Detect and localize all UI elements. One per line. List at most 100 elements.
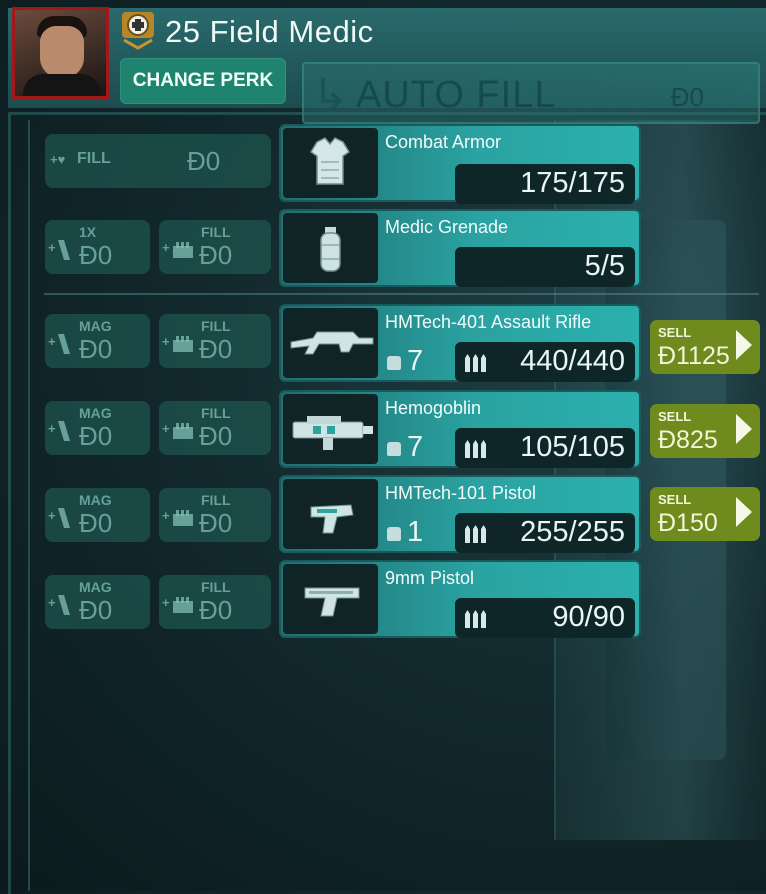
weapon-mag-button[interactable]: + MAG Đ0 bbox=[45, 488, 150, 542]
item-count-box: 175/175 bbox=[455, 164, 635, 204]
plus-icon: + bbox=[162, 421, 170, 436]
change-perk-button[interactable]: CHANGE PERK bbox=[120, 58, 286, 104]
fill-label: FILL bbox=[201, 405, 231, 421]
armor-vest-icon bbox=[283, 128, 378, 198]
mag-label: MAG bbox=[79, 318, 112, 334]
item-count-box: 5/5 bbox=[455, 247, 635, 287]
ammo-box-icon bbox=[173, 423, 193, 439]
ammo-box-icon bbox=[173, 597, 193, 613]
item-weapon-hemogoblin[interactable]: Hemogoblin 7 105/105 bbox=[279, 390, 641, 468]
plus-icon: + bbox=[162, 334, 170, 349]
ammo-box-icon bbox=[173, 510, 193, 526]
item-weapon-hmtech-pistol[interactable]: HMTech-101 Pistol 1 255/255 bbox=[279, 475, 641, 553]
ammo-count: 440/440 bbox=[520, 345, 625, 377]
autofill-cost: Đ0 bbox=[670, 82, 704, 112]
fill-label: FILL bbox=[201, 492, 231, 508]
ammo-count: 255/255 bbox=[520, 516, 625, 548]
item-name: 9mm Pistol bbox=[385, 568, 475, 588]
ammo-box: 105/105 bbox=[455, 428, 635, 468]
plus-icon: + bbox=[162, 595, 170, 610]
grenade-count: 5/5 bbox=[584, 250, 625, 282]
armor-shield-icon: +♥ bbox=[50, 152, 66, 167]
character-portrait bbox=[12, 7, 109, 99]
item-medic-grenade[interactable]: Medic Grenade 5/5 bbox=[279, 209, 641, 287]
grenade-fill-cost: Đ0 bbox=[199, 240, 233, 270]
sell-price: Đ825 bbox=[658, 426, 718, 454]
weight-icon bbox=[387, 356, 401, 370]
armor-count: 175/175 bbox=[520, 167, 625, 199]
mag-label: MAG bbox=[79, 579, 112, 595]
pistol-icon bbox=[283, 479, 378, 549]
weight-value: 7 bbox=[407, 345, 424, 377]
weight-icon bbox=[387, 442, 401, 456]
armor-fill-label: FILL bbox=[77, 150, 111, 167]
magazine-icon bbox=[58, 240, 70, 260]
magazine-icon bbox=[58, 508, 70, 528]
item-combat-armor[interactable]: Combat Armor 175/175 bbox=[279, 124, 641, 204]
fill-cost: Đ0 bbox=[199, 334, 233, 364]
autofill-label: AUTO FILL bbox=[356, 74, 557, 116]
sell-button[interactable]: SELL Đ825 bbox=[650, 404, 760, 458]
sell-button[interactable]: SELL Đ1125 bbox=[650, 320, 760, 374]
ammo-box: 90/90 bbox=[455, 598, 635, 638]
weapon-mag-button[interactable]: + MAG Đ0 bbox=[45, 314, 150, 368]
ammo-icon bbox=[465, 440, 486, 458]
sell-button[interactable]: SELL Đ150 bbox=[650, 487, 760, 541]
ammo-icon bbox=[465, 610, 486, 628]
assault-rifle-icon bbox=[283, 308, 378, 378]
weapon-mag-button[interactable]: + MAG Đ0 bbox=[45, 575, 150, 629]
ammo-count: 105/105 bbox=[520, 431, 625, 463]
ammo-icon bbox=[465, 354, 486, 372]
weapon-mag-button[interactable]: + MAG Đ0 bbox=[45, 401, 150, 455]
grenade-fill-label: FILL bbox=[201, 224, 231, 240]
mag-label: MAG bbox=[79, 492, 112, 508]
mag-cost: Đ0 bbox=[79, 421, 113, 451]
item-weapon-9mm-pistol[interactable]: 9mm Pistol 90/90 bbox=[279, 560, 641, 638]
sell-label: SELL bbox=[658, 409, 692, 424]
fill-label: FILL bbox=[201, 579, 231, 595]
mag-cost: Đ0 bbox=[79, 508, 113, 538]
ammo-box: 440/440 bbox=[455, 342, 635, 382]
grenade-fill-button[interactable]: + FILL Đ0 bbox=[159, 220, 271, 274]
mag-cost: Đ0 bbox=[79, 334, 113, 364]
plus-icon: + bbox=[162, 240, 170, 255]
weapon-fill-button[interactable]: + FILL Đ0 bbox=[159, 575, 271, 629]
weapon-fill-button[interactable]: + FILL Đ0 bbox=[159, 401, 271, 455]
sell-price: Đ1125 bbox=[658, 342, 730, 370]
fill-cost: Đ0 bbox=[199, 421, 233, 451]
item-name: HMTech-101 Pistol bbox=[385, 483, 537, 503]
weapon-fill-button[interactable]: + FILL Đ0 bbox=[159, 314, 271, 368]
chevron-right-icon bbox=[736, 497, 752, 527]
grenade-buy-one-button[interactable]: + 1X Đ0 bbox=[45, 220, 150, 274]
fill-cost: Đ0 bbox=[199, 595, 233, 625]
item-weapon-assault-rifle[interactable]: HMTech-401 Assault Rifle 7 440/440 bbox=[279, 304, 641, 382]
mag-label: MAG bbox=[79, 405, 112, 421]
medic-gun-icon bbox=[283, 394, 378, 464]
fill-cost: Đ0 bbox=[199, 508, 233, 538]
mag-cost: Đ0 bbox=[79, 595, 113, 625]
weight-value: 7 bbox=[407, 431, 424, 463]
magazine-icon bbox=[58, 595, 70, 615]
grenade-qty-label: 1X bbox=[79, 224, 97, 240]
item-name: Hemogoblin bbox=[385, 398, 482, 418]
sell-label: SELL bbox=[658, 492, 692, 507]
item-name: Medic Grenade bbox=[385, 217, 509, 237]
item-name: Combat Armor bbox=[385, 132, 502, 152]
item-name: HMTech-401 Assault Rifle bbox=[385, 312, 592, 332]
perk-title: 25 Field Medic bbox=[165, 14, 374, 49]
ammo-icon bbox=[465, 525, 486, 543]
sell-label: SELL bbox=[658, 325, 692, 340]
ammo-box-icon bbox=[173, 336, 193, 352]
grenade-qty-cost: Đ0 bbox=[79, 240, 113, 270]
weight-box: 1 bbox=[385, 513, 445, 553]
pistol-icon bbox=[283, 564, 378, 634]
magazine-icon bbox=[58, 334, 70, 354]
section-divider bbox=[44, 293, 759, 295]
ammo-count: 90/90 bbox=[552, 601, 625, 633]
armor-fill-cost: Đ0 bbox=[187, 146, 221, 176]
armor-fill-button[interactable]: +♥ FILL Đ0 bbox=[45, 134, 271, 188]
grenade-icon bbox=[283, 213, 378, 283]
weapon-fill-button[interactable]: + FILL Đ0 bbox=[159, 488, 271, 542]
ammo-box-icon bbox=[173, 242, 193, 258]
panel-inner-border bbox=[28, 120, 30, 891]
